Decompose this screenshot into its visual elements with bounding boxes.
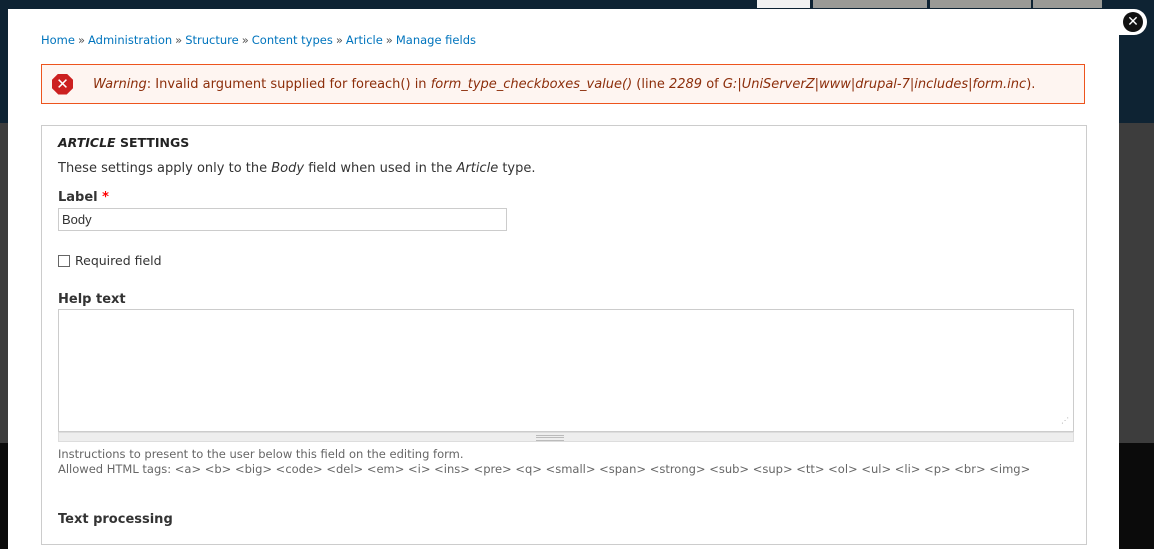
required-field-label[interactable]: Required field xyxy=(75,253,162,268)
grip-icon xyxy=(536,435,564,441)
breadcrumb-separator: » xyxy=(175,33,183,47)
function-name: form_type_checkboxes_value() xyxy=(430,76,633,92)
breadcrumb-separator: » xyxy=(335,33,343,47)
breadcrumb-article[interactable]: Article xyxy=(346,33,383,47)
breadcrumb-home[interactable]: Home xyxy=(41,33,75,47)
breadcrumb-manage-fields[interactable]: Manage fields xyxy=(396,33,476,47)
required-field-option[interactable]: Required field xyxy=(58,253,162,268)
background-tab xyxy=(813,0,927,9)
text-processing-label: Text processing xyxy=(58,512,173,527)
background-tab xyxy=(757,0,810,9)
fieldset-legend: ARTICLE SETTINGS xyxy=(58,135,189,150)
message-text: ). xyxy=(1026,76,1036,92)
required-marker: * xyxy=(102,190,109,205)
message-text: of xyxy=(702,76,723,92)
warning-label: Warning xyxy=(93,76,147,92)
label-field-label: Label * xyxy=(58,190,109,205)
breadcrumb-structure[interactable]: Structure xyxy=(185,33,239,47)
help-text-description: Instructions to present to the user belo… xyxy=(58,447,464,461)
breadcrumb-administration[interactable]: Administration xyxy=(88,33,172,47)
required-field-checkbox[interactable] xyxy=(58,254,70,267)
breadcrumb: Home» Administration» Structure» Content ty… xyxy=(41,33,476,47)
error-message: ✕ Warning: Invalid argument supplied for… xyxy=(41,64,1085,104)
line-number: 2289 xyxy=(668,76,703,92)
allowed-html-tags: Allowed HTML tags: <a> <b> <big> <code> … xyxy=(58,462,1031,476)
help-text-label: Help text xyxy=(58,292,126,307)
help-text-textarea[interactable]: ⋰ xyxy=(58,309,1074,432)
article-settings-fieldset: ARTICLE SETTINGS These settings apply on… xyxy=(41,125,1087,545)
close-icon: ✕ xyxy=(1127,14,1139,30)
label-input[interactable] xyxy=(58,208,507,231)
breadcrumb-separator: » xyxy=(241,33,249,47)
breadcrumb-separator: » xyxy=(77,33,86,47)
error-message-text: Warning: Invalid argument supplied for f… xyxy=(93,77,1035,92)
desc-text: type. xyxy=(498,161,536,176)
file-path: G:|UniServerZ|www|drupal-7|includes|form… xyxy=(722,76,1027,92)
desc-text: These settings apply only to the xyxy=(58,161,272,176)
desc-type: Article xyxy=(456,161,499,176)
legend-type: ARTICLE xyxy=(58,135,116,150)
close-overlay-button[interactable]: ✕ xyxy=(1123,12,1143,32)
desc-text: field when used in the xyxy=(304,161,457,176)
desc-field: Body xyxy=(271,161,305,176)
legend-text: SETTINGS xyxy=(115,135,190,150)
breadcrumb-content-types[interactable]: Content types xyxy=(252,33,333,47)
resize-corner-icon: ⋰ xyxy=(1061,416,1069,425)
error-icon: ✕ xyxy=(52,73,73,95)
message-text: : Invalid argument supplied for foreach(… xyxy=(146,76,431,92)
breadcrumb-separator: » xyxy=(385,33,393,47)
message-text: (line xyxy=(632,76,669,92)
textarea-resize-handle[interactable] xyxy=(58,432,1074,442)
background-tab xyxy=(930,0,1031,9)
settings-description: These settings apply only to the Body fi… xyxy=(58,161,536,176)
background-tab xyxy=(1033,0,1102,9)
label-text: Label xyxy=(58,190,98,205)
